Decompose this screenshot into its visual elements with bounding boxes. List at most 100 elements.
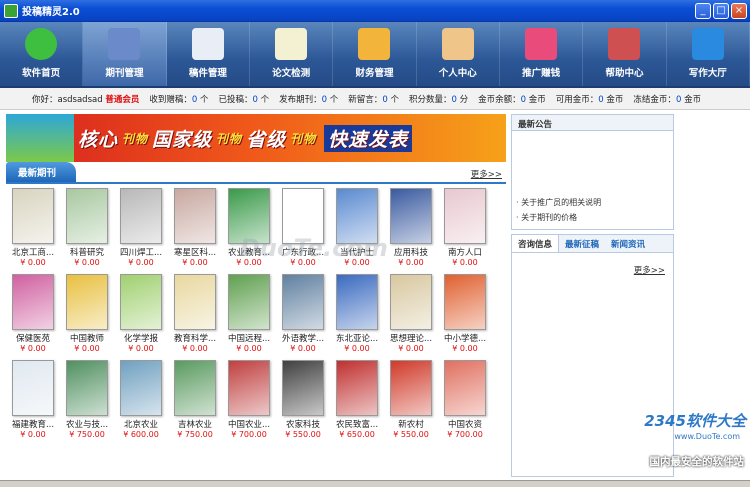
promo-banner[interactable]: 核心 刊物 国家级 刊物 省级 刊物 快速发表 <box>6 114 506 162</box>
journal-name[interactable]: 农民致富... <box>332 418 382 430</box>
journal-card[interactable]: 思想理论... ¥ 0.00 <box>386 274 436 360</box>
journal-card[interactable]: 南方人口 ¥ 0.00 <box>440 188 490 274</box>
status-bar: 你好：asdsadsad 普通会员 收到赠稿：0 个已投稿：0 个发布期刊：0 … <box>0 88 750 110</box>
journal-card[interactable]: 四川焊工... ¥ 0.00 <box>116 188 166 274</box>
calendar-icon <box>191 28 224 60</box>
nav-item-home-arrow[interactable]: 软件首页 <box>0 22 84 86</box>
journal-price: ¥ 550.00 <box>393 430 429 439</box>
journal-card[interactable]: 科普研究 ¥ 0.00 <box>62 188 112 274</box>
journal-cover-image[interactable] <box>12 360 54 416</box>
journal-card[interactable]: 福建教育... ¥ 0.00 <box>8 360 58 446</box>
journal-cover-image[interactable] <box>174 188 216 244</box>
journal-cover-image[interactable] <box>390 360 432 416</box>
journal-card[interactable]: 农业与技... ¥ 750.00 <box>62 360 112 446</box>
journal-cover-image[interactable] <box>282 274 324 330</box>
journal-cover-image[interactable] <box>12 188 54 244</box>
journal-name[interactable]: 外语教学... <box>278 332 328 344</box>
minimize-button[interactable]: _ <box>695 3 711 19</box>
journal-card[interactable]: 吉林农业 ¥ 750.00 <box>170 360 220 446</box>
tab-news[interactable]: 新闻资讯 <box>605 235 651 252</box>
journal-name[interactable]: 中国农资 <box>440 418 490 430</box>
journal-cover-image[interactable] <box>120 274 162 330</box>
nav-item-blocks[interactable]: 财务管理 <box>333 22 417 86</box>
close-button[interactable]: × <box>731 3 747 19</box>
journal-card[interactable]: 化学学报 ¥ 0.00 <box>116 274 166 360</box>
journal-name[interactable]: 南方人口 <box>440 246 490 258</box>
journal-cover-image[interactable] <box>120 360 162 416</box>
journal-card[interactable]: 寒星区科... ¥ 0.00 <box>170 188 220 274</box>
journal-name[interactable]: 东北亚论... <box>332 332 382 344</box>
journal-card[interactable]: 北京工商... ¥ 0.00 <box>8 188 58 274</box>
monitor-icon <box>108 28 141 60</box>
journal-card[interactable]: 农家科技 ¥ 550.00 <box>278 360 328 446</box>
journal-cover-image[interactable] <box>282 360 324 416</box>
journal-name[interactable]: 中国远程... <box>224 332 274 344</box>
journal-name[interactable]: 福建教育... <box>8 418 58 430</box>
latest-more-link[interactable]: 更多>> <box>471 168 502 180</box>
nav-item-safari-compass[interactable]: 写作大厅 <box>667 22 750 86</box>
journal-cover-image[interactable] <box>12 274 54 330</box>
journal-card[interactable]: 中国远程... ¥ 0.00 <box>224 274 274 360</box>
info-more-link[interactable]: 更多>> <box>634 264 665 276</box>
nav-item-monitor[interactable]: 期刊管理 <box>83 22 167 86</box>
journal-name[interactable]: 中国教师 <box>62 332 112 344</box>
journal-card[interactable]: 教育科学... ¥ 0.00 <box>170 274 220 360</box>
journal-cover-image[interactable] <box>444 188 486 244</box>
journal-cover-image[interactable] <box>444 274 486 330</box>
journal-cover-image[interactable] <box>174 360 216 416</box>
journal-card[interactable]: 外语教学... ¥ 0.00 <box>278 274 328 360</box>
journal-cover-image[interactable] <box>390 188 432 244</box>
journal-card[interactable]: 中小学德... ¥ 0.00 <box>440 274 490 360</box>
journal-name[interactable]: 科普研究 <box>62 246 112 258</box>
journal-name[interactable]: 吉林农业 <box>170 418 220 430</box>
journal-card[interactable]: 北京农业 ¥ 600.00 <box>116 360 166 446</box>
tab-consult[interactable]: 咨询信息 <box>512 235 560 252</box>
journal-cover-image[interactable] <box>390 274 432 330</box>
journal-name[interactable]: 四川焊工... <box>116 246 166 258</box>
journal-card[interactable]: 中国农业... ¥ 700.00 <box>224 360 274 446</box>
journal-name[interactable]: 新农村 <box>386 418 436 430</box>
journal-name[interactable]: 思想理论... <box>386 332 436 344</box>
journal-cover-image[interactable] <box>336 360 378 416</box>
latest-journals-tab[interactable]: 最新期刊 <box>6 162 77 182</box>
journal-name[interactable]: 保健医苑 <box>8 332 58 344</box>
journal-card[interactable]: 农民致富... ¥ 650.00 <box>332 360 382 446</box>
journal-cover-image[interactable] <box>120 188 162 244</box>
nav-item-heart[interactable]: 推广赚钱 <box>500 22 584 86</box>
banner-text-4: 刊物 <box>216 131 243 146</box>
tab-latest-calls[interactable]: 最新征稿 <box>559 235 605 252</box>
journal-name[interactable]: 寒星区科... <box>170 246 220 258</box>
journal-name[interactable]: 农业与技... <box>62 418 112 430</box>
journal-name[interactable]: 应用科技 <box>386 246 436 258</box>
journal-card[interactable]: 中国教师 ¥ 0.00 <box>62 274 112 360</box>
journal-card[interactable]: 中国农资 ¥ 700.00 <box>440 360 490 446</box>
maximize-button[interactable]: □ <box>713 3 729 19</box>
announcement-link[interactable]: · 关于期刊的价格 <box>516 212 577 223</box>
journal-name[interactable]: 北京工商... <box>8 246 58 258</box>
journal-cover-image[interactable] <box>66 360 108 416</box>
journal-name[interactable]: 北京农业 <box>116 418 166 430</box>
nav-label: 软件首页 <box>22 68 61 79</box>
journal-cover-image[interactable] <box>66 274 108 330</box>
journal-card[interactable]: 保健医苑 ¥ 0.00 <box>8 274 58 360</box>
nav-item-user[interactable]: 个人中心 <box>417 22 500 86</box>
journal-name[interactable]: 农家科技 <box>278 418 328 430</box>
journal-card[interactable]: 应用科技 ¥ 0.00 <box>386 188 436 274</box>
journal-cover-image[interactable] <box>336 274 378 330</box>
journal-card[interactable]: 新农村 ¥ 550.00 <box>386 360 436 446</box>
nav-item-user-search[interactable]: 帮助中心 <box>583 22 667 86</box>
journal-name[interactable]: 中小学德... <box>440 332 490 344</box>
journal-cover-image[interactable] <box>66 188 108 244</box>
journal-name[interactable]: 中国农业... <box>224 418 274 430</box>
announcement-link[interactable]: · 关于推广员的相关说明 <box>516 197 601 208</box>
journal-cover-image[interactable] <box>174 274 216 330</box>
banner-text-6: 刊物 <box>290 131 317 146</box>
nav-item-pencil-paper[interactable]: 论文检测 <box>250 22 334 86</box>
journal-cover-image[interactable] <box>444 360 486 416</box>
journal-name[interactable]: 教育科学... <box>170 332 220 344</box>
journal-cover-image[interactable] <box>228 274 270 330</box>
journal-cover-image[interactable] <box>228 360 270 416</box>
nav-item-calendar[interactable]: 稿件管理 <box>167 22 250 86</box>
journal-name[interactable]: 化学学报 <box>116 332 166 344</box>
journal-card[interactable]: 东北亚论... ¥ 0.00 <box>332 274 382 360</box>
